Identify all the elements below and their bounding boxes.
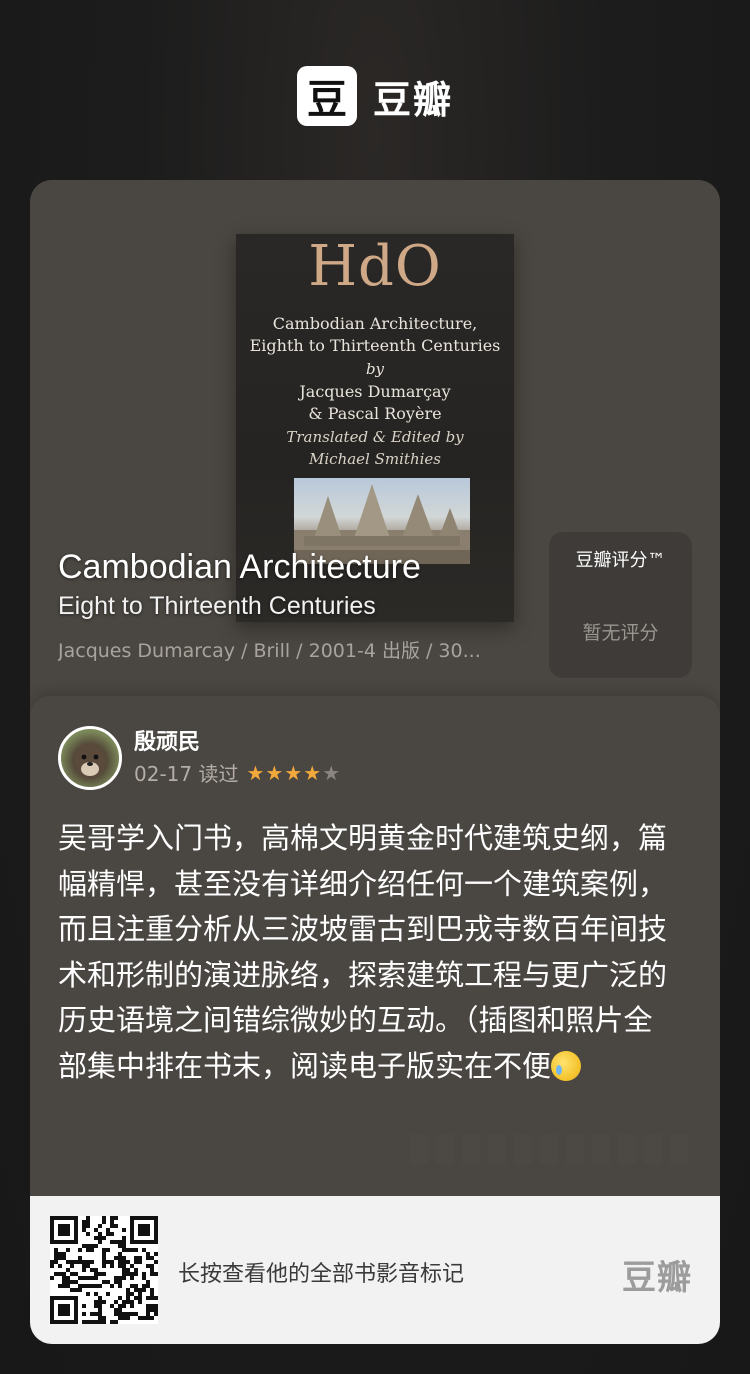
- footer: 长按查看他的全部书影音标记 豆瓣: [30, 1196, 720, 1344]
- brand-name: 豆瓣: [372, 77, 453, 122]
- book-meta: Jacques Dumarcay / Brill / 2001-4 出版 / 3…: [58, 640, 481, 662]
- rating-value: 暂无评分: [582, 622, 659, 644]
- star-icon: ★: [303, 760, 322, 785]
- comment-card: 殷顽民 02-17 读过 ★ ★ ★ ★ ★ 吴哥学入门书，高棉文明黄金时代建筑…: [30, 696, 720, 1196]
- footer-brand: 豆瓣: [622, 1258, 692, 1298]
- date-status: 02-17 读过: [134, 762, 239, 786]
- read-status: 02-17 读过 ★ ★ ★ ★ ★: [134, 758, 340, 787]
- blurred-watermark: [410, 1134, 690, 1164]
- user-name[interactable]: 殷顽民: [134, 724, 200, 756]
- comment-text: 吴哥学入门书，高棉文明黄金时代建筑史纲，篇幅精悍，甚至没有详细介绍任何一个建筑案…: [58, 816, 678, 1089]
- logo-char: 豆: [306, 77, 347, 123]
- star-rating: ★ ★ ★ ★ ★: [246, 761, 340, 785]
- avatar[interactable]: [58, 726, 122, 790]
- comment-body: 吴哥学入门书，高棉文明黄金时代建筑史纲，篇幅精悍，甚至没有详细介绍任何一个建筑案…: [58, 821, 668, 1083]
- book-header: HdO Cambodian Architecture, Eighth to Th…: [30, 180, 720, 700]
- footer-cta: 长按查看他的全部书影音标记: [178, 1262, 465, 1287]
- crying-face-icon: [551, 1050, 582, 1081]
- star-icon: ★: [246, 760, 265, 785]
- star-icon: ★: [265, 760, 284, 785]
- brand-header: 豆 豆瓣: [0, 66, 750, 126]
- qr-code-icon[interactable]: [50, 1216, 158, 1324]
- rating-box: 豆瓣评分™ 暂无评分: [549, 532, 692, 678]
- otter-avatar-icon: [74, 743, 106, 779]
- book-title[interactable]: Cambodian Architecture: [58, 548, 421, 587]
- qr-code-graphic: [50, 1216, 158, 1324]
- book-subtitle: Eight to Thirteenth Centuries: [58, 592, 376, 620]
- douban-logo-icon: 豆: [296, 66, 357, 126]
- rating-label: 豆瓣评分™: [575, 550, 666, 571]
- star-icon: ★: [284, 760, 303, 785]
- star-empty-icon: ★: [322, 760, 341, 785]
- share-card: HdO Cambodian Architecture, Eighth to Th…: [30, 180, 720, 1344]
